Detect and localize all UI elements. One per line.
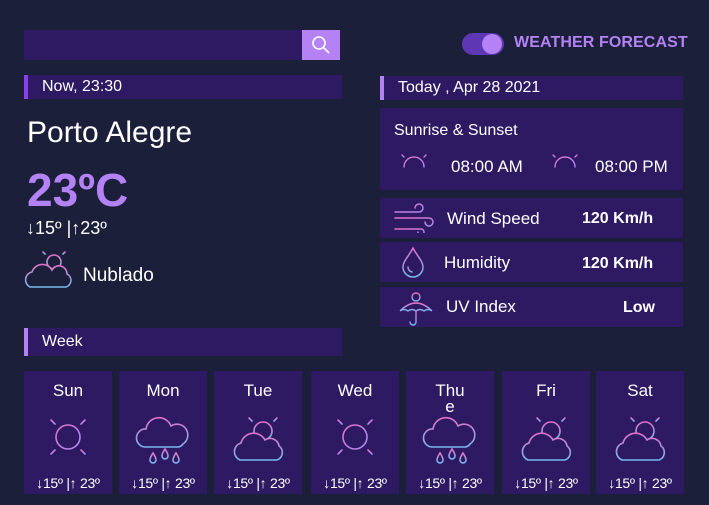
search-bar bbox=[24, 30, 340, 60]
today-date: Today , Apr 28 2021 bbox=[398, 79, 541, 96]
wind-icon bbox=[394, 203, 434, 233]
city-name: Porto Alegre bbox=[27, 116, 193, 149]
app-title: WEATHER FORECAST bbox=[514, 34, 688, 51]
day-temperature: ↓15º |↑ 23º bbox=[514, 475, 578, 491]
day-name: Sat bbox=[627, 381, 653, 400]
day-card-6[interactable]: Sat ↓15º |↑ 23º bbox=[596, 371, 684, 494]
humidity-value: 120 Km/h bbox=[582, 255, 654, 272]
sunset-time: 08:00 PM bbox=[595, 157, 668, 176]
search-button[interactable] bbox=[302, 30, 340, 60]
search-input[interactable] bbox=[24, 30, 302, 60]
partly-cloudy-icon bbox=[521, 412, 572, 461]
week-label: Week bbox=[42, 333, 83, 350]
day-temperature: ↓15º |↑ 23º bbox=[131, 475, 195, 491]
today-date-bar: Today , Apr 28 2021 bbox=[380, 76, 683, 100]
current-temperature: 23ºC bbox=[27, 164, 129, 216]
current-time: Now, 23:30 bbox=[42, 78, 123, 95]
rain-icon bbox=[422, 416, 476, 464]
day-name: Sun bbox=[52, 381, 84, 400]
theme-toggle[interactable] bbox=[462, 33, 504, 55]
day-name: Wed bbox=[337, 381, 373, 400]
day-temperature: ↓15º |↑ 23º bbox=[418, 475, 482, 491]
day-name: Mon bbox=[146, 381, 180, 400]
partly-cloudy-icon bbox=[24, 247, 72, 288]
uv-index-value: Low bbox=[623, 299, 655, 316]
day-card-1[interactable]: Mon ↓15º |↑ 23º bbox=[119, 371, 207, 494]
day-card-2[interactable]: Tue ↓15º |↑ 23º bbox=[214, 371, 302, 494]
min-max-temperature: ↓15º |↑23º bbox=[26, 218, 107, 238]
partly-cloudy-icon bbox=[615, 412, 666, 461]
sunrise-time: 08:00 AM bbox=[451, 157, 523, 176]
rain-icon bbox=[135, 416, 189, 464]
umbrella-sun-icon bbox=[399, 289, 433, 326]
day-card-4[interactable]: Thu e ↓15º |↑ 23º bbox=[406, 371, 494, 494]
day-temperature: ↓15º |↑ 23º bbox=[608, 475, 672, 491]
week-header: Week bbox=[24, 328, 342, 356]
sun-icon bbox=[43, 412, 93, 462]
toggle-knob bbox=[482, 34, 502, 54]
humidity-label: Humidity bbox=[444, 253, 511, 272]
sunset-icon bbox=[546, 149, 584, 177]
sunrise-sunset-title: Sunrise & Sunset bbox=[394, 122, 518, 139]
uv-index-label: UV Index bbox=[446, 297, 516, 316]
day-name: Fri bbox=[536, 381, 556, 400]
day-card-5[interactable]: Fri ↓15º |↑ 23º bbox=[502, 371, 590, 494]
day-card-0[interactable]: Sun ↓15º |↑ 23º bbox=[24, 371, 112, 494]
search-icon bbox=[312, 36, 330, 54]
current-time-bar: Now, 23:30 bbox=[24, 75, 342, 99]
day-temperature: ↓15º |↑ 23º bbox=[323, 475, 387, 491]
water-drop-icon bbox=[402, 246, 424, 278]
wind-speed-label: Wind Speed bbox=[447, 209, 540, 228]
wind-speed-value: 120 Km/h bbox=[582, 210, 654, 227]
day-temperature: ↓15º |↑ 23º bbox=[226, 475, 290, 491]
sun-icon bbox=[330, 412, 380, 462]
day-card-3[interactable]: Wed ↓15º |↑ 23º bbox=[311, 371, 399, 494]
day-temperature: ↓15º |↑ 23º bbox=[36, 475, 100, 491]
day-name: Tue bbox=[243, 381, 273, 400]
sunrise-icon bbox=[395, 149, 433, 177]
weather-condition: Nublado bbox=[83, 265, 154, 286]
partly-cloudy-icon bbox=[233, 412, 284, 461]
